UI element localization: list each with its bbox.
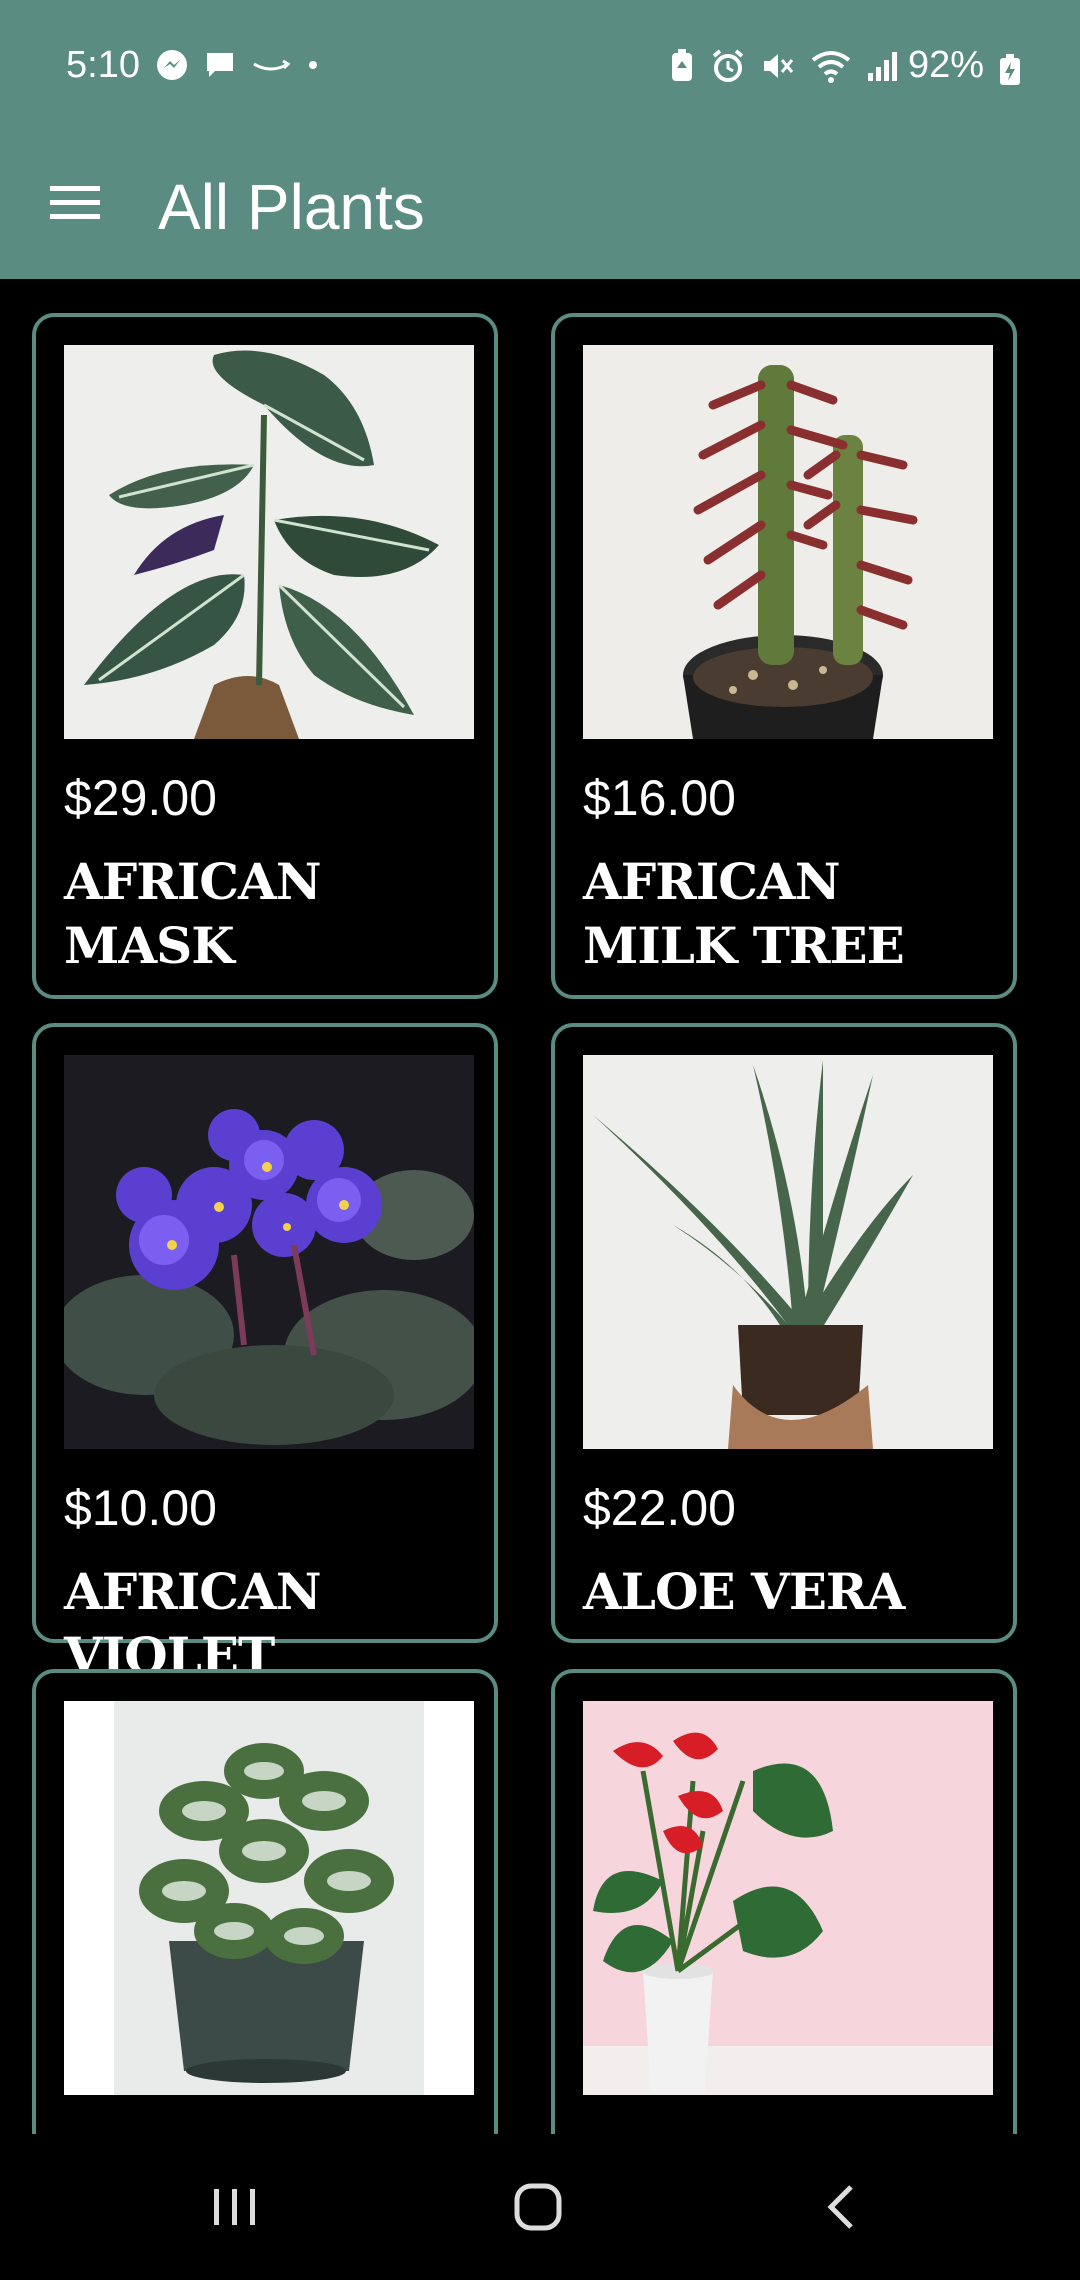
product-image-african-violet (64, 1055, 474, 1449)
product-image-african-mask (64, 345, 474, 739)
product-card[interactable]: $29.00 AFRICAN MASK (32, 313, 498, 999)
notification-icons (155, 48, 321, 82)
recents-icon[interactable] (135, 2134, 335, 2280)
battery-percentage: 92% (907, 44, 984, 86)
product-name: AFRICAN MASK (64, 852, 322, 975)
alarm-icon (710, 48, 746, 84)
back-icon[interactable] (740, 2134, 940, 2280)
battery-saver-icon (668, 48, 696, 84)
product-image-aloe-vera (583, 1055, 993, 1449)
system-icons (668, 48, 900, 84)
product-name: ALOE VERA (583, 1562, 905, 1621)
product-card[interactable]: $12.00 (32, 1669, 498, 2134)
product-name: AFRICAN MILK TREE (583, 852, 905, 975)
product-price: $6.00 (583, 2125, 708, 2134)
signal-icon (866, 49, 900, 83)
system-nav-bar (0, 2134, 1080, 2280)
product-image-african-milk-tree (583, 345, 993, 739)
amazon-icon (251, 50, 291, 80)
dot-icon (305, 57, 321, 73)
product-image-anthurium (583, 1701, 993, 2095)
product-card[interactable]: $6.00 (551, 1669, 1017, 2134)
top-bar: 5:10 92% All Plants (0, 0, 1080, 279)
product-price: $16.00 (583, 770, 736, 826)
product-price: $12.00 (64, 2125, 217, 2134)
app-bar: All Plants (0, 135, 1080, 279)
product-price: $29.00 (64, 770, 217, 826)
product-card[interactable]: $16.00 AFRICAN MILK TREE (551, 313, 1017, 999)
wifi-icon (810, 48, 852, 84)
page-title: All Plants (158, 171, 425, 243)
mute-icon (760, 48, 796, 84)
product-image-aluminum-plant (64, 1701, 474, 2095)
status-bar: 5:10 92% (0, 0, 1080, 135)
product-price: $10.00 (64, 1480, 217, 1536)
battery-charging-icon (998, 54, 1022, 86)
messenger-icon (155, 48, 189, 82)
product-price: $22.00 (583, 1480, 736, 1536)
product-card[interactable]: $22.00 ALOE VERA (551, 1023, 1017, 1643)
status-time: 5:10 (66, 44, 140, 86)
product-grid: $29.00 AFRICAN MASK $16.00 AFRICAN MILK … (0, 279, 1080, 2134)
product-card[interactable]: $10.00 AFRICAN VIOLET (32, 1023, 498, 1685)
home-icon[interactable] (438, 2134, 638, 2280)
hamburger-menu-icon[interactable] (38, 165, 112, 239)
chat-icon (203, 48, 237, 82)
